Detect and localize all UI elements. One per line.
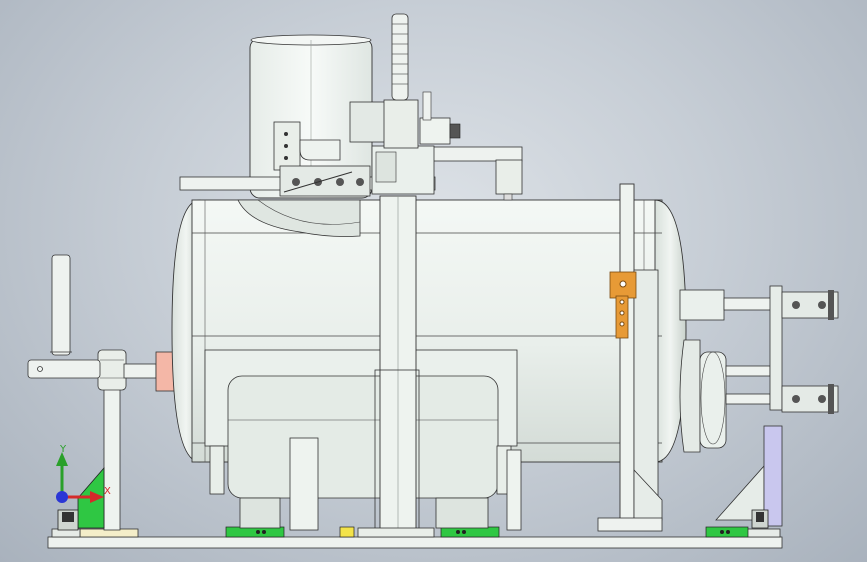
crank-handle[interactable] bbox=[27, 254, 101, 379]
cad-viewport[interactable]: Y X bbox=[0, 0, 867, 562]
x-axis-label: X bbox=[104, 486, 111, 497]
model-drawing[interactable]: Y X bbox=[0, 0, 867, 562]
linkage-plate[interactable] bbox=[279, 165, 371, 197]
end-motor[interactable] bbox=[679, 339, 771, 453]
tank-body[interactable] bbox=[171, 199, 687, 531]
y-axis-label: Y bbox=[59, 444, 67, 455]
